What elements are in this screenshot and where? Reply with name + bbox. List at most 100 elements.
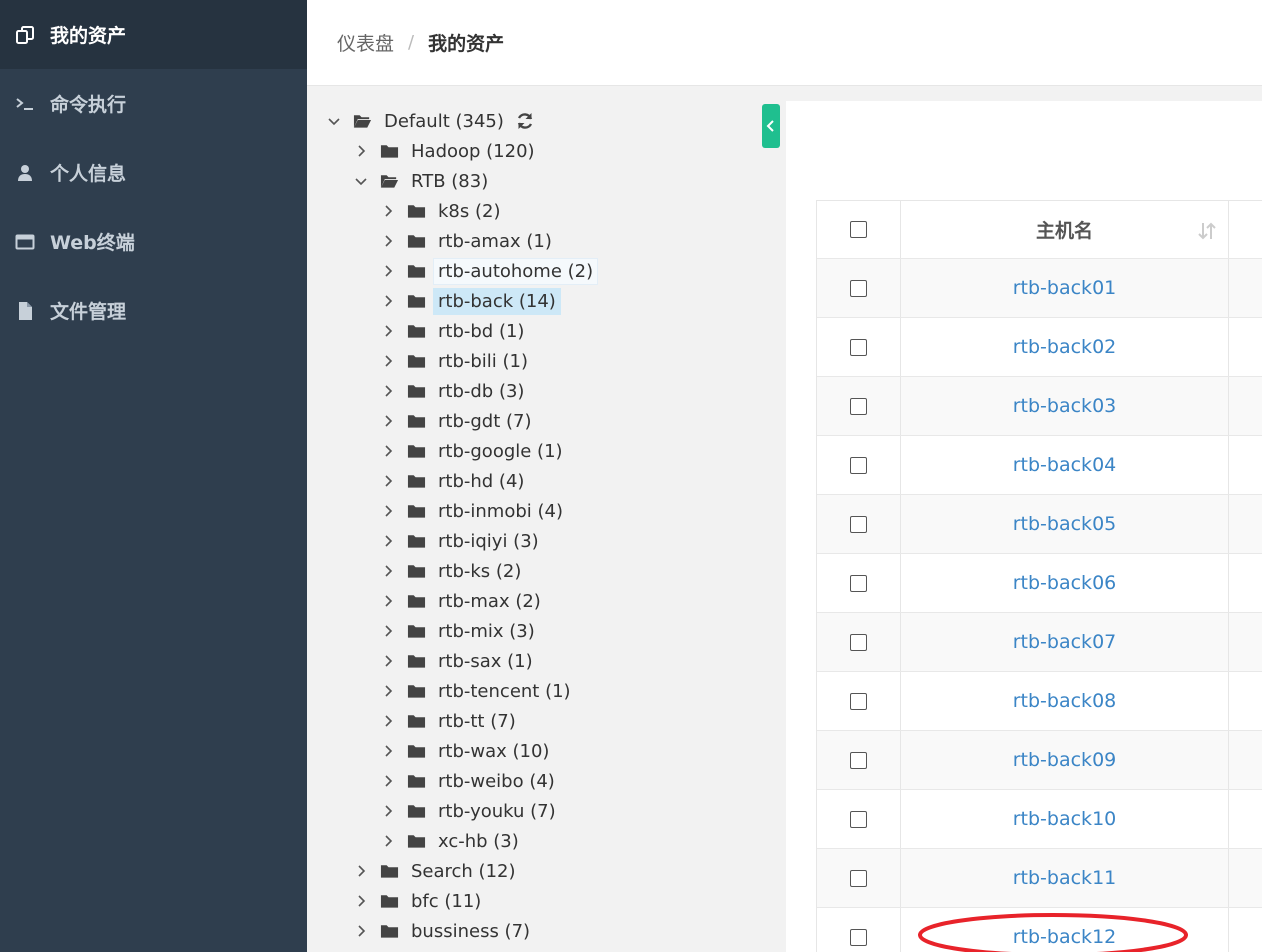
hostname-link[interactable]: rtb-back06: [1013, 572, 1117, 594]
tree-node-label[interactable]: rtb-db (3): [433, 378, 529, 405]
hostname-link[interactable]: rtb-back04: [1013, 454, 1117, 476]
hostname-link[interactable]: rtb-back12: [1013, 926, 1117, 948]
tree-node[interactable]: rtb-hd (4): [327, 466, 767, 496]
tree-node-default[interactable]: Default (345): [327, 106, 767, 136]
tree-node[interactable]: k8s (2): [327, 196, 767, 226]
tree-node-label[interactable]: rtb-mix (3): [433, 618, 540, 645]
tree-node-label[interactable]: bfc (11): [406, 888, 486, 915]
tree-node[interactable]: rtb-autohome (2): [327, 256, 767, 286]
tree-node-label[interactable]: rtb-bd (1): [433, 318, 529, 345]
hostname-link[interactable]: rtb-back10: [1013, 808, 1117, 830]
tree-node[interactable]: bfc (11): [327, 886, 767, 916]
tree-node-label[interactable]: Default (345): [379, 108, 509, 135]
tree-node-label[interactable]: Search (12): [406, 858, 521, 885]
refresh-icon[interactable]: [515, 111, 535, 131]
tree-node[interactable]: rtb-google (1): [327, 436, 767, 466]
tree-node[interactable]: rtb-tencent (1): [327, 676, 767, 706]
sidebar-item-command-exec[interactable]: 命令执行: [0, 69, 307, 138]
tree-node[interactable]: rtb-max (2): [327, 586, 767, 616]
chevron-right-icon[interactable]: [354, 894, 368, 908]
tree-node-label[interactable]: rtb-amax (1): [433, 228, 557, 255]
tree-node-label[interactable]: rtb-google (1): [433, 438, 568, 465]
chevron-right-icon[interactable]: [381, 204, 395, 218]
chevron-right-icon[interactable]: [381, 384, 395, 398]
chevron-right-icon[interactable]: [381, 294, 395, 308]
chevron-right-icon[interactable]: [354, 924, 368, 938]
row-checkbox[interactable]: [850, 751, 867, 769]
row-checkbox[interactable]: [850, 869, 867, 887]
chevron-right-icon[interactable]: [381, 654, 395, 668]
tree-node[interactable]: rtb-youku (7): [327, 796, 767, 826]
chevron-right-icon[interactable]: [381, 474, 395, 488]
chevron-right-icon[interactable]: [381, 414, 395, 428]
tree-node-rtb[interactable]: RTB (83): [327, 166, 767, 196]
tree-node-label[interactable]: rtb-wax (10): [433, 738, 554, 765]
breadcrumb-dashboard[interactable]: 仪表盘: [337, 29, 394, 56]
row-checkbox[interactable]: [850, 928, 867, 946]
hostname-link[interactable]: rtb-back11: [1013, 867, 1117, 889]
tree-node[interactable]: rtb-mix (3): [327, 616, 767, 646]
tree-node[interactable]: xc-hb (3): [327, 826, 767, 856]
hostname-link[interactable]: rtb-back08: [1013, 690, 1117, 712]
tree-node-label[interactable]: rtb-hd (4): [433, 468, 529, 495]
tree-node-label[interactable]: bussiness (7): [406, 918, 535, 945]
chevron-right-icon[interactable]: [381, 594, 395, 608]
tree-node[interactable]: rtb-bd (1): [327, 316, 767, 346]
row-checkbox[interactable]: [850, 515, 867, 533]
chevron-right-icon[interactable]: [381, 714, 395, 728]
tree-node-label[interactable]: rtb-tt (7): [433, 708, 521, 735]
chevron-right-icon[interactable]: [381, 564, 395, 578]
select-all-checkbox[interactable]: [850, 221, 867, 238]
hostname-link[interactable]: rtb-back05: [1013, 513, 1117, 535]
tree-node-label[interactable]: k8s (2): [433, 198, 505, 225]
tree-node-label[interactable]: RTB (83): [406, 168, 493, 195]
tree-node[interactable]: rtb-amax (1): [327, 226, 767, 256]
chevron-right-icon[interactable]: [381, 624, 395, 638]
tree-node-label[interactable]: rtb-weibo (4): [433, 768, 560, 795]
chevron-right-icon[interactable]: [381, 264, 395, 278]
row-checkbox[interactable]: [850, 397, 867, 415]
chevron-right-icon[interactable]: [381, 234, 395, 248]
tree-node[interactable]: rtb-bili (1): [327, 346, 767, 376]
row-checkbox[interactable]: [850, 574, 867, 592]
row-checkbox[interactable]: [850, 338, 867, 356]
sidebar-item-file-manager[interactable]: 文件管理: [0, 276, 307, 345]
chevron-right-icon[interactable]: [381, 504, 395, 518]
tree-node-label[interactable]: Hadoop (120): [406, 138, 540, 165]
collapse-tree-button[interactable]: [762, 104, 780, 148]
tree-node-label[interactable]: rtb-ks (2): [433, 558, 526, 585]
tree-node[interactable]: rtb-tt (7): [327, 706, 767, 736]
hostname-link[interactable]: rtb-back03: [1013, 395, 1117, 417]
sort-icon[interactable]: [1198, 221, 1216, 241]
tree-node[interactable]: bussiness (7): [327, 916, 767, 946]
tree-node-label[interactable]: rtb-sax (1): [433, 648, 538, 675]
chevron-right-icon[interactable]: [354, 864, 368, 878]
chevron-right-icon[interactable]: [381, 774, 395, 788]
chevron-right-icon[interactable]: [381, 834, 395, 848]
tree-node-label[interactable]: rtb-bili (1): [433, 348, 533, 375]
sidebar-item-web-terminal[interactable]: Web终端: [0, 207, 307, 276]
chevron-right-icon[interactable]: [354, 144, 368, 158]
chevron-right-icon[interactable]: [381, 324, 395, 338]
tree-node-label[interactable]: rtb-iqiyi (3): [433, 528, 544, 555]
sidebar-item-profile[interactable]: 个人信息: [0, 138, 307, 207]
row-checkbox[interactable]: [850, 279, 867, 297]
tree-node[interactable]: rtb-wax (10): [327, 736, 767, 766]
tree-node[interactable]: Search (12): [327, 856, 767, 886]
row-checkbox[interactable]: [850, 633, 867, 651]
tree-node-label[interactable]: rtb-max (2): [433, 588, 546, 615]
column-header-hostname[interactable]: 主机名: [901, 201, 1229, 258]
hostname-link[interactable]: rtb-back01: [1013, 277, 1117, 299]
tree-node-label[interactable]: rtb-inmobi (4): [433, 498, 568, 525]
hostname-link[interactable]: rtb-back09: [1013, 749, 1117, 771]
row-checkbox[interactable]: [850, 692, 867, 710]
row-checkbox[interactable]: [850, 810, 867, 828]
chevron-right-icon[interactable]: [381, 444, 395, 458]
tree-node-label[interactable]: rtb-youku (7): [433, 798, 561, 825]
tree-node-label[interactable]: rtb-back (14): [433, 287, 561, 315]
tree-node-label[interactable]: rtb-tencent (1): [433, 678, 576, 705]
chevron-right-icon[interactable]: [381, 744, 395, 758]
chevron-right-icon[interactable]: [381, 354, 395, 368]
tree-node-label[interactable]: xc-hb (3): [433, 828, 524, 855]
hostname-link[interactable]: rtb-back07: [1013, 631, 1117, 653]
